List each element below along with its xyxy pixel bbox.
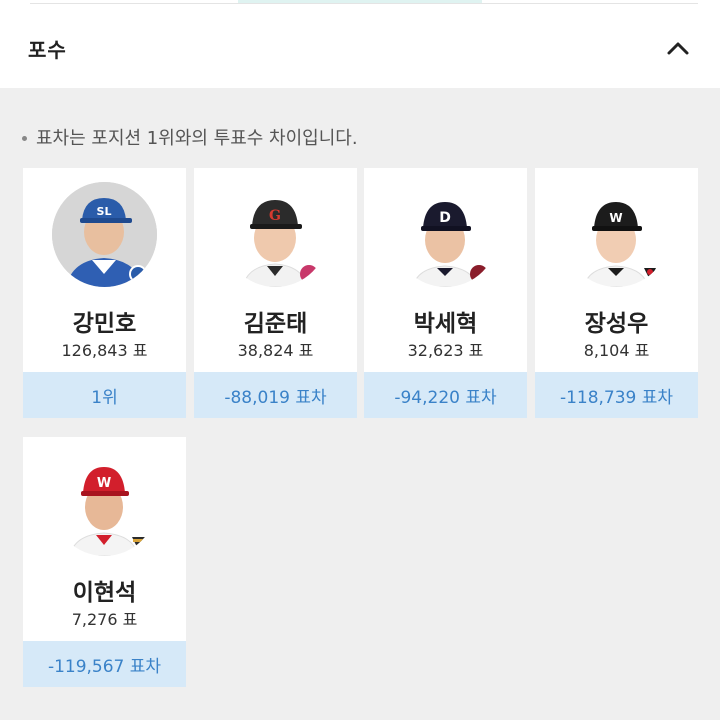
top-accent — [238, 0, 482, 3]
vote-gap-bar: -88,019 표차 — [194, 372, 357, 418]
vote-gap-notice: 표차는 포지션 1위와의 투표수 차이입니다. — [22, 124, 358, 150]
vote-gap-bar: -119,567 표차 — [23, 641, 186, 687]
player-card[interactable]: W 이현석 7,276 표 -119,567 표차 — [23, 437, 186, 687]
svg-text:W: W — [97, 476, 111, 491]
notice-text: 표차는 포지션 1위와의 투표수 차이입니다. — [36, 128, 358, 149]
player-name: 김준태 — [243, 311, 308, 337]
player-name: 이현석 — [72, 580, 137, 606]
vote-count: 8,104 표 — [583, 341, 650, 360]
svg-text:W: W — [609, 211, 622, 225]
collapse-button[interactable] — [662, 32, 694, 64]
section-header[interactable]: 포수 — [0, 8, 720, 88]
svg-text:SL: SL — [97, 205, 112, 218]
player-avatar: D — [393, 182, 498, 287]
vote-count: 38,824 표 — [237, 341, 314, 360]
player-name: 강민호 — [72, 311, 137, 337]
vote-count: 7,276 표 — [71, 610, 138, 629]
player-avatar: SL — [52, 182, 157, 287]
vote-gap-bar: 1위 — [23, 372, 186, 418]
top-strip — [0, 0, 720, 8]
vote-gap-bar: -118,739 표차 — [535, 372, 698, 418]
player-name: 장성우 — [584, 311, 649, 337]
player-avatar: W — [564, 182, 669, 287]
svg-text:D: D — [439, 210, 451, 226]
player-card[interactable]: W 장성우 8,104 표 -118,739 표차 — [535, 168, 698, 418]
section-title: 포수 — [28, 37, 67, 62]
player-card[interactable]: SL 강민호 126,843 표 1위 — [23, 168, 186, 418]
player-card[interactable]: D 박세혁 32,623 표 -94,220 표차 — [364, 168, 527, 418]
svg-text:G: G — [269, 208, 281, 224]
vote-count: 32,623 표 — [407, 341, 484, 360]
player-avatar: W — [52, 451, 157, 556]
player-name: 박세혁 — [413, 311, 478, 337]
player-card[interactable]: G 김준태 38,824 표 -88,019 표차 — [194, 168, 357, 418]
vote-gap-bar: -94,220 표차 — [364, 372, 527, 418]
chevron-up-icon — [667, 42, 689, 55]
bullet-icon — [22, 136, 27, 141]
vote-count: 126,843 표 — [61, 341, 148, 360]
player-avatar: G — [223, 182, 328, 287]
